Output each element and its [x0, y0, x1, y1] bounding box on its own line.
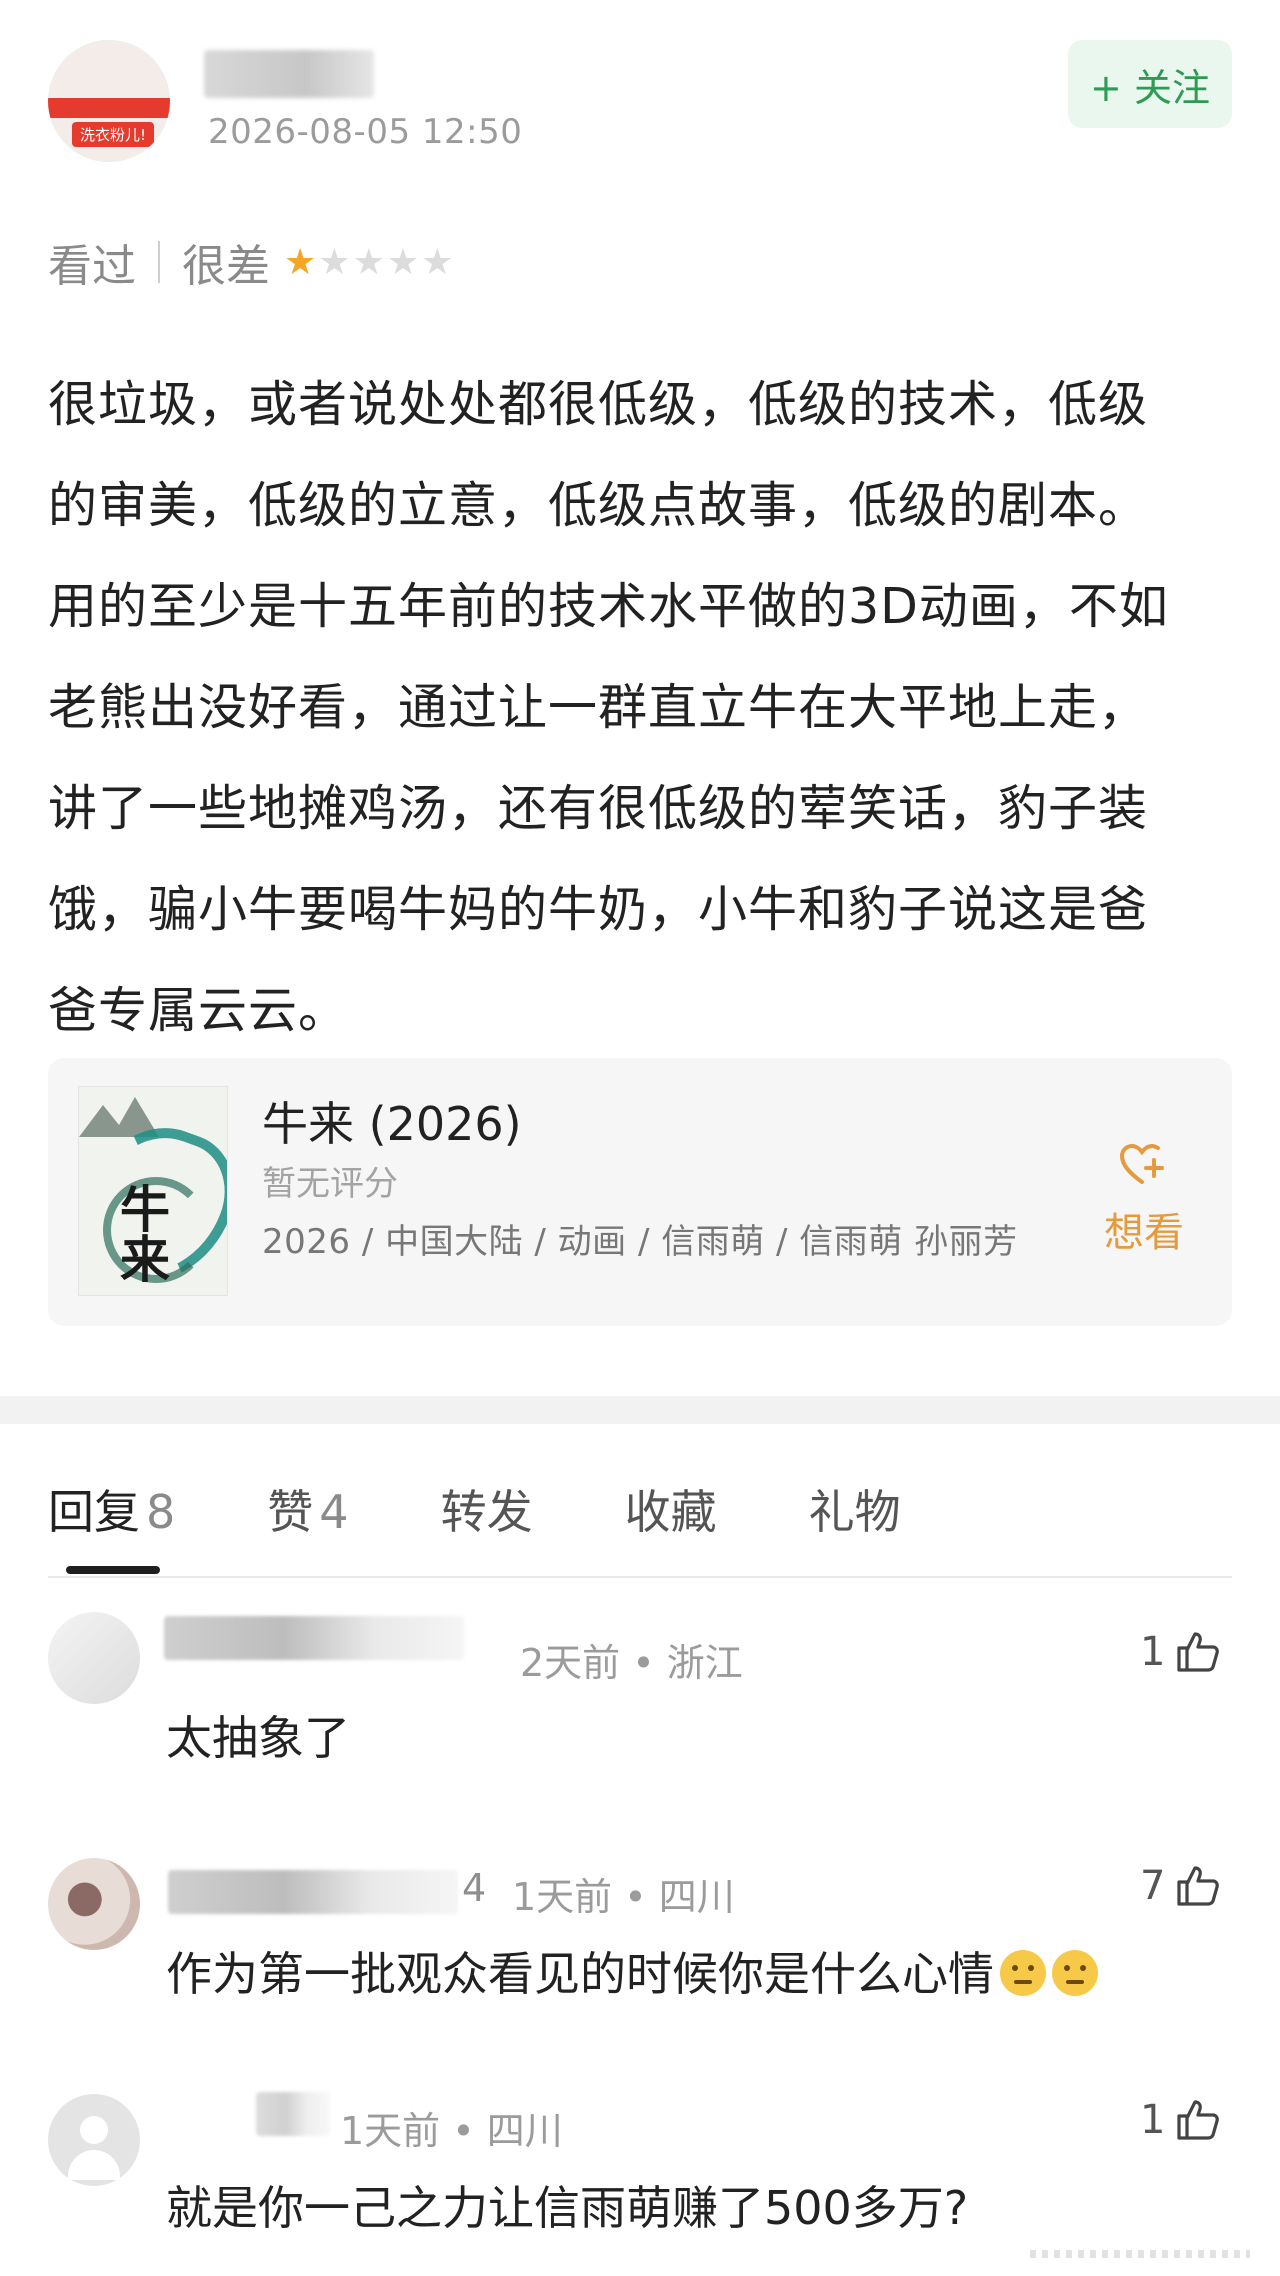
- heart-plus-icon[interactable]: [1118, 1142, 1166, 1186]
- section-separator: [0, 1396, 1280, 1424]
- tab-favorites[interactable]: 收藏: [625, 1476, 717, 1546]
- person-icon: [80, 2116, 108, 2144]
- author-name-redacted[interactable]: [204, 50, 374, 98]
- comment-like-button[interactable]: 7: [1140, 1862, 1221, 1910]
- comment-text: 作为第一批观众看见的时候你是什么心情: [166, 1938, 1098, 2004]
- tab-reposts[interactable]: 转发: [441, 1476, 533, 1546]
- review-line: 爸专属云云。: [48, 982, 349, 1039]
- like-count: 1: [1140, 1629, 1166, 1675]
- tab-label: 赞: [267, 1485, 314, 1539]
- movie-meta: 2026 / 中国大陆 / 动画 / 信雨萌 / 信雨萌 孙丽芳: [262, 1222, 1018, 1262]
- comment-like-button[interactable]: 1: [1140, 2096, 1221, 2144]
- post-timestamp: 2026-08-05 12:50: [208, 112, 523, 152]
- star-empty-icon: ★: [352, 241, 387, 283]
- comment-meta: 1天前 • 四川: [340, 2109, 563, 2153]
- movie-title[interactable]: 牛来 (2026): [262, 1088, 522, 1154]
- tab-count: 8: [146, 1485, 176, 1539]
- thumbs-up-icon: [1177, 2100, 1220, 2140]
- comment-text: 太抽象了: [166, 1711, 350, 1765]
- follow-button[interactable]: + 关注: [1068, 40, 1232, 128]
- tab-gifts[interactable]: 礼物: [809, 1476, 901, 1546]
- thumbs-up-icon: [1177, 1632, 1220, 1672]
- tab-label: 转发: [440, 1485, 533, 1539]
- thumbs-up-icon: [1177, 1866, 1220, 1906]
- tab-label: 礼物: [808, 1485, 901, 1539]
- movie-score: 暂无评分: [262, 1164, 398, 1204]
- comment-avatar[interactable]: [48, 1612, 140, 1704]
- tabs-divider: [48, 1576, 1232, 1578]
- review-line: 的审美，低级的立意，低级点故事，低级的剧本。: [48, 477, 1149, 534]
- like-count: 1: [1140, 2097, 1166, 2143]
- rating-verdict: 很差: [182, 241, 270, 292]
- avatar-band: [48, 98, 170, 118]
- commenter-name-redacted[interactable]: [164, 1616, 464, 1660]
- watermark-strip: [1030, 2250, 1250, 2258]
- tab-replies[interactable]: 回复 8: [48, 1476, 175, 1546]
- tab-label: 收藏: [624, 1485, 717, 1539]
- review-line: 饿，骗小牛要喝牛妈的牛奶，小牛和豹子说这是爸: [48, 881, 1149, 938]
- review-line: 用的至少是十五年前的技术水平做的3D动画，不如: [48, 578, 1169, 635]
- commenter-name-redacted[interactable]: [256, 2092, 330, 2136]
- person-icon-body: [68, 2150, 120, 2180]
- review-line: 老熊出没好看，通过让一群直立牛在大平地上走，: [48, 679, 1149, 736]
- star-empty-icon: ★: [318, 241, 353, 283]
- comment-meta: 2天前 • 浙江: [520, 1641, 743, 1685]
- author-avatar[interactable]: 洗衣粉儿!: [48, 40, 170, 162]
- review-line: 很垃圾，或者说处处都很低级，低级的技术，低级: [48, 376, 1149, 433]
- default-avatar[interactable]: [48, 2094, 140, 2186]
- rating-stars: ★ ★ ★ ★ ★: [284, 242, 455, 283]
- thinking-face-emoji: [1052, 1950, 1098, 1996]
- rating-divider: [158, 241, 160, 283]
- interaction-tabs: 回复 8 赞4 转发 收藏 礼物: [48, 1476, 993, 1546]
- tab-likes[interactable]: 赞4: [267, 1476, 348, 1546]
- star-filled-icon: ★: [284, 241, 319, 283]
- commenter-name-redacted[interactable]: [168, 1870, 458, 1914]
- like-count: 7: [1140, 1863, 1166, 1909]
- commenter-name-suffix: 4: [462, 1866, 487, 1910]
- watch-status: 看过: [48, 241, 136, 292]
- review-text: 很垃圾，或者说处处都很低级，低级的技术，低级 的审美，低级的立意，低级点故事，低…: [48, 354, 1238, 1061]
- comment-text-body: 作为第一批观众看见的时候你是什么心情: [166, 1947, 994, 2001]
- star-empty-icon: ★: [421, 241, 456, 283]
- review-line: 讲了一些地摊鸡汤，还有很低级的荤笑话，豹子装: [48, 780, 1149, 837]
- want-to-watch-button[interactable]: 想看: [1104, 1200, 1184, 1258]
- comment-text: 就是你一己之力让信雨萌赚了500多万?: [166, 2181, 969, 2235]
- tab-label: 回复: [48, 1485, 140, 1539]
- poster-title: 牛来: [112, 1183, 171, 1283]
- comment-avatar[interactable]: [48, 1858, 140, 1950]
- rating-row: 看过 很差 ★ ★ ★ ★ ★: [48, 232, 455, 292]
- movie-poster[interactable]: 牛来: [78, 1086, 228, 1296]
- thinking-face-emoji: [1000, 1950, 1046, 1996]
- active-tab-indicator: [66, 1566, 160, 1574]
- comment-meta: 1天前 • 四川: [512, 1875, 735, 1919]
- avatar-tag: 洗衣粉儿!: [72, 122, 155, 147]
- star-empty-icon: ★: [386, 241, 422, 283]
- tab-count: 4: [319, 1485, 349, 1539]
- comment-like-button[interactable]: 1: [1140, 1628, 1221, 1676]
